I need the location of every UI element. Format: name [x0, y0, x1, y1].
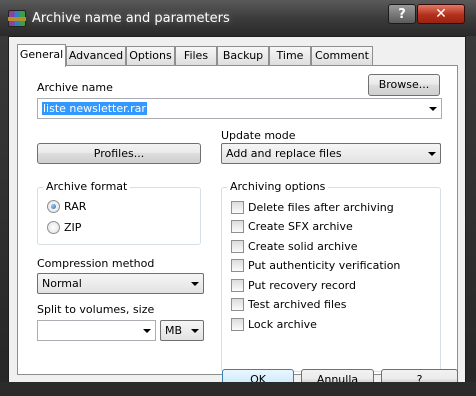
split-unit-dropdown[interactable]: MB: [160, 320, 204, 341]
compression-method-value: Normal: [42, 277, 82, 290]
compression-method-label: Compression method: [37, 257, 155, 270]
tab-options[interactable]: Options: [126, 46, 175, 66]
archive-dialog-window: Archive name and parameters ? ✕ General …: [0, 0, 476, 396]
close-button[interactable]: ✕: [417, 4, 465, 24]
tab-backup[interactable]: Backup: [217, 46, 269, 66]
taskbar-strip: [0, 382, 476, 396]
rar-radio-label[interactable]: RAR: [64, 200, 86, 213]
test-archived-label[interactable]: Test archived files: [248, 298, 347, 311]
update-mode-label: Update mode: [221, 129, 296, 142]
chevron-down-icon[interactable]: [429, 107, 437, 111]
chevron-down-icon: [191, 329, 199, 333]
title-bar[interactable]: Archive name and parameters ? ✕: [0, 0, 476, 36]
recovery-record-label[interactable]: Put recovery record: [248, 279, 356, 292]
archive-name-label: Archive name: [37, 81, 113, 94]
test-archived-checkbox[interactable]: [231, 298, 244, 311]
tab-general[interactable]: General: [17, 44, 66, 67]
archive-format-title: Archive format: [43, 180, 131, 193]
tab-files[interactable]: Files: [175, 46, 217, 66]
split-unit-value: MB: [165, 324, 183, 337]
tab-comment[interactable]: Comment: [311, 46, 373, 66]
archive-name-value[interactable]: liste newsletter.rar: [42, 102, 147, 115]
rar-radio[interactable]: [47, 200, 60, 213]
create-sfx-checkbox[interactable]: [231, 220, 244, 233]
dialog-client-area: General Advanced Options Files Backup Ti…: [8, 36, 466, 391]
split-volumes-label: Split to volumes, size: [37, 303, 155, 316]
create-solid-checkbox[interactable]: [231, 240, 244, 253]
tab-time[interactable]: Time: [269, 46, 311, 66]
lock-archive-label[interactable]: Lock archive: [248, 318, 317, 331]
chevron-down-icon: [191, 282, 199, 286]
authenticity-verification-checkbox[interactable]: [231, 259, 244, 272]
lock-archive-checkbox[interactable]: [231, 318, 244, 331]
archiving-options-title: Archiving options: [227, 180, 329, 193]
zip-radio-label[interactable]: ZIP: [64, 221, 81, 234]
archive-format-group: [37, 187, 201, 245]
browse-button[interactable]: Browse...: [368, 74, 440, 96]
archive-name-combobox[interactable]: liste newsletter.rar: [37, 98, 442, 119]
create-solid-label[interactable]: Create solid archive: [248, 240, 357, 253]
tab-advanced[interactable]: Advanced: [66, 46, 126, 66]
winrar-app-icon: [8, 10, 26, 27]
delete-files-label[interactable]: Delete files after archiving: [248, 201, 394, 214]
update-mode-value: Add and replace files: [226, 147, 342, 160]
update-mode-dropdown[interactable]: Add and replace files: [221, 143, 441, 164]
split-size-combobox[interactable]: [37, 320, 156, 341]
delete-files-checkbox[interactable]: [231, 201, 244, 214]
create-sfx-label[interactable]: Create SFX archive: [248, 220, 353, 233]
title-help-button[interactable]: ?: [388, 4, 416, 24]
zip-radio[interactable]: [47, 221, 60, 234]
general-tab-panel: Archive name Browse... liste newsletter.…: [17, 65, 458, 375]
chevron-down-icon: [428, 152, 436, 156]
compression-method-dropdown[interactable]: Normal: [37, 273, 204, 294]
authenticity-verification-label[interactable]: Put authenticity verification: [248, 259, 400, 272]
chevron-down-icon[interactable]: [143, 329, 151, 333]
window-title: Archive name and parameters: [32, 11, 230, 26]
profiles-button[interactable]: Profiles...: [37, 143, 201, 164]
recovery-record-checkbox[interactable]: [231, 279, 244, 292]
